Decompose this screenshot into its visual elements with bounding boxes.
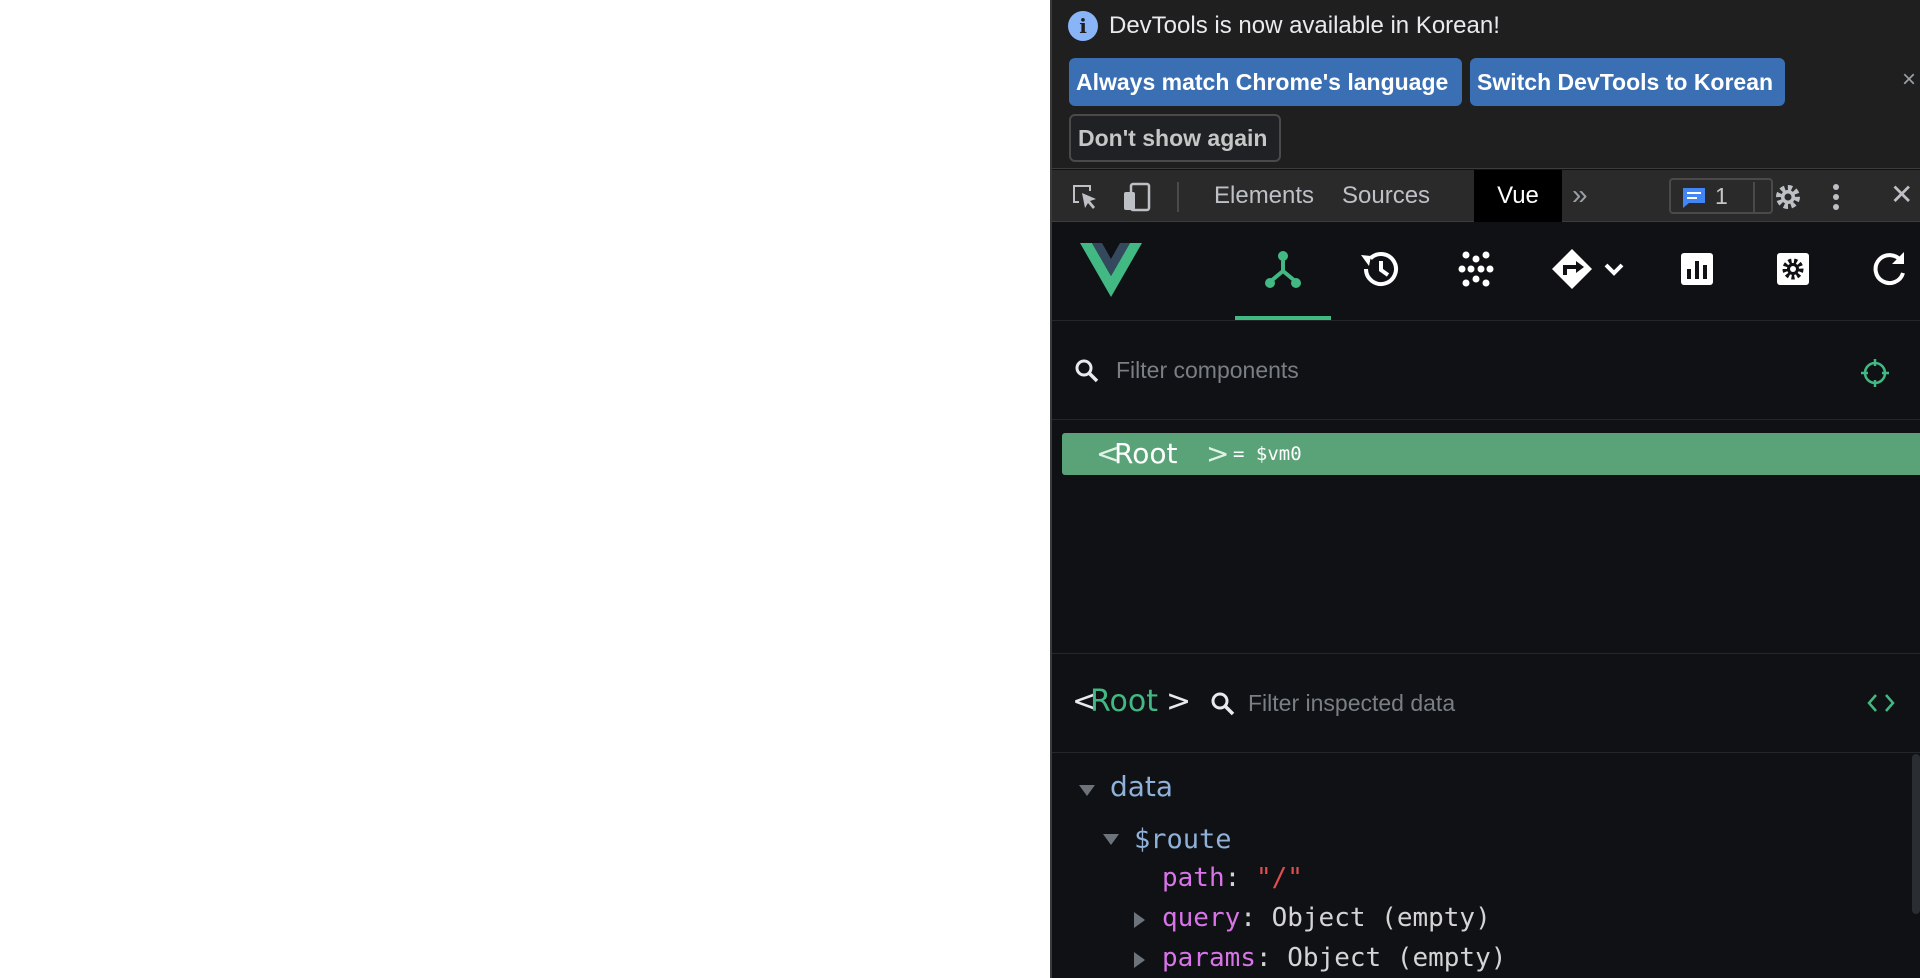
tree-node-root[interactable]: < Root > = $vm0 bbox=[1062, 433, 1920, 475]
switch-to-korean-button[interactable]: Switch DevTools to Korean bbox=[1470, 58, 1785, 106]
search-icon bbox=[1075, 359, 1099, 383]
prop-row[interactable]: params: Object (empty) bbox=[1162, 943, 1506, 973]
more-options-icon[interactable] bbox=[1830, 182, 1842, 217]
select-component-icon[interactable] bbox=[1860, 358, 1890, 388]
dont-show-again-button[interactable]: Don't show again bbox=[1069, 114, 1281, 162]
caret-down-icon[interactable] bbox=[1079, 785, 1095, 796]
infobar-message: DevTools is now available in Korean! bbox=[1109, 12, 1500, 39]
always-match-language-button[interactable]: Always match Chrome's language bbox=[1069, 58, 1462, 106]
close-icon[interactable]: × bbox=[1902, 66, 1916, 94]
browser-page-content bbox=[0, 0, 1050, 978]
tab-elements[interactable]: Elements bbox=[1194, 170, 1334, 222]
more-tabs-icon[interactable]: » bbox=[1572, 179, 1588, 211]
caret-right-icon[interactable] bbox=[1134, 952, 1145, 968]
vuex-icon[interactable] bbox=[1454, 247, 1498, 291]
devtools-panel: i DevTools is now available in Korean! A… bbox=[1050, 0, 1920, 978]
inspector-data: data $route path: "/" query: Object (emp… bbox=[1052, 754, 1920, 978]
component-tree: < Root > = $vm0 bbox=[1052, 421, 1920, 653]
scrollbar[interactable] bbox=[1912, 754, 1920, 914]
search-icon bbox=[1211, 692, 1235, 716]
data-section-label[interactable]: data bbox=[1110, 770, 1173, 803]
filter-components-input[interactable] bbox=[1116, 352, 1796, 388]
filter-components-bar bbox=[1052, 322, 1920, 420]
vue-toolbar bbox=[1052, 223, 1920, 321]
toolbar-divider bbox=[1753, 182, 1755, 212]
inspect-element-icon[interactable] bbox=[1070, 182, 1100, 217]
code-icon[interactable] bbox=[1866, 690, 1896, 716]
component-name: Root bbox=[1114, 437, 1178, 470]
prop-row: path: "/" bbox=[1162, 863, 1303, 893]
timeline-icon[interactable] bbox=[1358, 247, 1402, 291]
issues-badge[interactable]: 1 bbox=[1669, 178, 1773, 214]
vm-reference: = $vm0 bbox=[1233, 443, 1302, 465]
vue-logo-icon bbox=[1080, 243, 1142, 297]
refresh-icon[interactable] bbox=[1867, 247, 1911, 291]
devtools-tabbar: Elements Sources Vue » 1 ✕ bbox=[1052, 170, 1920, 222]
language-infobar: i DevTools is now available in Korean! A… bbox=[1052, 0, 1920, 169]
settings-gear-icon[interactable] bbox=[1773, 182, 1803, 217]
message-icon bbox=[1683, 188, 1705, 208]
inspector-header: < Root > bbox=[1052, 653, 1920, 753]
inspected-component-name: Root bbox=[1090, 684, 1158, 719]
components-icon[interactable] bbox=[1261, 247, 1305, 291]
prop-row[interactable]: query: Object (empty) bbox=[1162, 903, 1491, 933]
performance-icon[interactable] bbox=[1675, 247, 1719, 291]
device-toolbar-icon[interactable] bbox=[1122, 182, 1152, 217]
tab-vue[interactable]: Vue bbox=[1474, 170, 1562, 222]
tag-bracket-close: > bbox=[1166, 684, 1192, 719]
caret-right-icon[interactable] bbox=[1134, 912, 1145, 928]
issues-count: 1 bbox=[1715, 183, 1728, 209]
settings-icon[interactable] bbox=[1771, 247, 1815, 291]
info-icon: i bbox=[1068, 11, 1098, 41]
router-icon[interactable] bbox=[1550, 247, 1630, 291]
active-tab-indicator bbox=[1235, 316, 1331, 320]
tab-sources[interactable]: Sources bbox=[1322, 170, 1450, 222]
toolbar-divider bbox=[1177, 182, 1179, 212]
close-devtools-icon[interactable]: ✕ bbox=[1890, 178, 1913, 211]
tag-bracket-close: > bbox=[1206, 437, 1230, 470]
route-key[interactable]: $route bbox=[1134, 824, 1232, 855]
filter-inspected-data-input[interactable] bbox=[1248, 685, 1748, 721]
caret-down-icon[interactable] bbox=[1103, 834, 1119, 845]
